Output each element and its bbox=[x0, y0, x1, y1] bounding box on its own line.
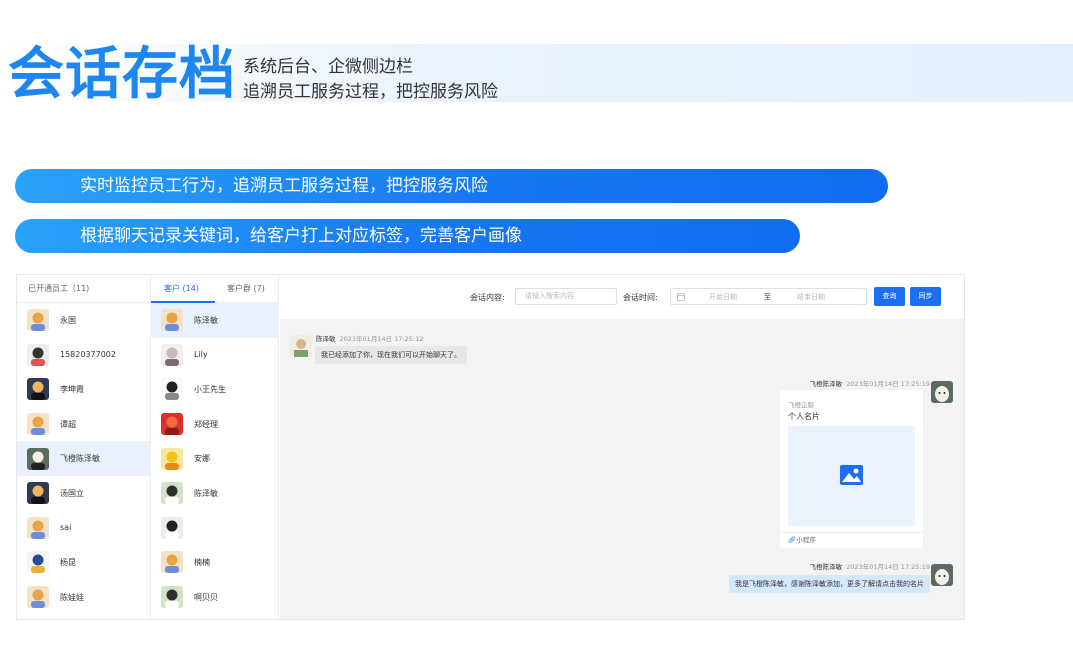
customer-name: 啊贝贝 bbox=[194, 592, 218, 602]
staff-list-item[interactable]: 李坤霞 bbox=[17, 372, 150, 407]
staff-avatar bbox=[931, 564, 953, 586]
date-range-picker[interactable]: 开始日期 至 结束日期 bbox=[670, 288, 867, 305]
customer-list-item[interactable]: 小王先生 bbox=[151, 372, 278, 407]
customer-list-item[interactable]: 陈泽敏 bbox=[151, 476, 278, 511]
sheep-avatar bbox=[161, 482, 183, 505]
cartoon-avatar bbox=[27, 516, 49, 539]
message-3-time: 2023年01月14日 17:25:19 bbox=[846, 563, 930, 571]
session-archive-app: 已开通员工（11) 永国 15820377002 李坤霞 谭超 飞橙陈泽敏 汤国立 sai 杨… bbox=[16, 274, 965, 620]
customer-list-item[interactable]: 楠楠 bbox=[151, 545, 278, 580]
feature-pill-1: 实时监控员工行为，追溯员工服务过程，把控服务风险 bbox=[15, 169, 888, 203]
customer-name: 安娜 bbox=[194, 454, 210, 464]
subtitle-line-2: 追溯员工服务过程，把控服务风险 bbox=[243, 82, 498, 102]
cartoon-avatar bbox=[27, 413, 49, 436]
customer-name: 郑经理 bbox=[194, 419, 218, 429]
date-separator: 至 bbox=[764, 293, 771, 301]
calendar-icon bbox=[677, 293, 685, 301]
feature-pill-2: 根据聊天记录关键词，给客户打上对应标签，完善客户画像 bbox=[15, 219, 800, 253]
customer-list-item[interactable]: 安娜 bbox=[151, 441, 278, 476]
customer-list-item[interactable]: Lily bbox=[151, 338, 278, 373]
staff-list-heading: 已开通员工（11) bbox=[17, 275, 150, 303]
staff-list-item[interactable]: 陈娃娃 bbox=[17, 580, 150, 615]
content-label: 会话内容: bbox=[470, 293, 505, 302]
landscape-avatar bbox=[27, 482, 49, 505]
staff-name: 汤国立 bbox=[60, 488, 84, 498]
tab-customer-groups[interactable]: 客户群 (7) bbox=[227, 275, 265, 303]
message-1-meta: 陈泽敏 2023年01月14日 17:25:12 bbox=[316, 333, 423, 343]
user-avatar bbox=[27, 343, 49, 366]
message-1-bubble: 我已经添加了你，现在我们可以开始聊天了。 bbox=[315, 346, 467, 364]
message-2-meta: 飞橙陈泽敏 2023年01月14日 17:25:19 bbox=[810, 378, 930, 388]
message-2-sender: 飞橙陈泽敏 bbox=[809, 380, 843, 388]
staff-name: 李坤霞 bbox=[60, 384, 84, 394]
customer-name: 小王先生 bbox=[194, 384, 226, 394]
penguin-avatar bbox=[161, 516, 183, 539]
sketch-avatar bbox=[161, 378, 183, 401]
customer-name: 楠楠 bbox=[194, 557, 210, 567]
card-image-placeholder bbox=[788, 426, 915, 526]
customer-list-item[interactable]: 啊贝贝 bbox=[151, 580, 278, 615]
subtitle-line-1: 系统后台、企微侧边栏 bbox=[243, 57, 413, 77]
filter-bar: 会话内容: 请输入搜索内容 会话时间: 开始日期 至 结束日期 查询 同步 bbox=[280, 275, 964, 319]
message-3-sender: 飞橙陈泽敏 bbox=[809, 563, 843, 571]
girl-avatar bbox=[161, 343, 183, 366]
logo-avatar bbox=[27, 551, 49, 574]
staff-avatar bbox=[931, 381, 953, 403]
customer-tabs: 客户 (14) 客户群 (7) bbox=[151, 275, 278, 303]
message-3-meta: 飞橙陈泽敏 2023年01月14日 17:25:19 bbox=[810, 561, 930, 571]
customer-list-item[interactable]: 陈泽敏 bbox=[151, 303, 278, 338]
end-date-input[interactable]: 结束日期 bbox=[797, 292, 825, 302]
cartoon-avatar bbox=[27, 309, 49, 332]
customer-list-item[interactable] bbox=[151, 511, 278, 546]
customer-name: 陈泽敏 bbox=[194, 488, 218, 498]
tab-customers[interactable]: 客户 (14) bbox=[164, 275, 199, 303]
cartoon-avatar bbox=[27, 586, 49, 609]
business-card-message[interactable]: 飞橙企服 个人名片 🔗︎小程序 bbox=[780, 390, 923, 548]
card-footer: 🔗︎小程序 bbox=[780, 532, 923, 548]
alpaca-avatar bbox=[27, 447, 49, 470]
cartoon-avatar bbox=[161, 309, 183, 332]
red-avatar bbox=[161, 413, 183, 436]
staff-name: 陈娃娃 bbox=[60, 592, 84, 602]
staff-list-item[interactable]: 汤国立 bbox=[17, 476, 150, 511]
customer-list-panel: 客户 (14) 客户群 (7) 陈泽敏 Lily 小王先生 郑经理 安娜 陈泽敏 楠楠 啊贝贝 bbox=[151, 275, 279, 619]
staff-name: sai bbox=[60, 523, 72, 533]
message-1-time: 2023年01月14日 17:25:12 bbox=[339, 335, 424, 343]
staff-list-item[interactable]: 15820377002 bbox=[17, 338, 150, 373]
card-source: 飞橙企服 bbox=[788, 401, 814, 409]
page-title: 会话存档 bbox=[8, 42, 236, 107]
customer-name: Lily bbox=[194, 350, 208, 360]
staff-name: 永国 bbox=[60, 315, 76, 325]
staff-list-item[interactable]: sai bbox=[17, 511, 150, 546]
start-date-input[interactable]: 开始日期 bbox=[709, 292, 737, 302]
customer-list-item[interactable]: 郑经理 bbox=[151, 407, 278, 442]
staff-name: 飞橙陈泽敏 bbox=[60, 454, 100, 464]
staff-name: 15820377002 bbox=[60, 350, 116, 360]
image-icon bbox=[840, 465, 863, 485]
staff-list-item[interactable]: 永国 bbox=[17, 303, 150, 338]
sync-button[interactable]: 同步 bbox=[910, 287, 941, 306]
landscape-avatar bbox=[27, 378, 49, 401]
staff-list-panel: 已开通员工（11) 永国 15820377002 李坤霞谭超飞橙陈泽敏汤国立 sai 杨… bbox=[17, 275, 151, 619]
staff-list-item[interactable]: 杨昆 bbox=[17, 545, 150, 580]
duck-avatar bbox=[161, 447, 183, 470]
cartoon-avatar bbox=[161, 551, 183, 574]
staff-list-item[interactable]: 谭超 bbox=[17, 407, 150, 442]
staff-name: 杨昆 bbox=[60, 557, 76, 567]
customer-avatar bbox=[290, 335, 312, 357]
staff-name: 谭超 bbox=[60, 419, 76, 429]
staff-list-item[interactable]: 飞橙陈泽敏 bbox=[17, 441, 150, 476]
content-search-input[interactable]: 请输入搜索内容 bbox=[515, 288, 617, 305]
message-3-bubble: 我是飞橙陈泽敏，感谢陈泽敏添加，更多了解请点击我的名片 bbox=[729, 575, 930, 593]
search-button[interactable]: 查询 bbox=[874, 287, 905, 306]
card-title: 个人名片 bbox=[788, 412, 820, 421]
chat-panel: 会话内容: 请输入搜索内容 会话时间: 开始日期 至 结束日期 查询 同步 陈泽… bbox=[280, 275, 964, 619]
message-2-time: 2023年01月14日 17:25:19 bbox=[846, 380, 930, 388]
customer-name: 陈泽敏 bbox=[194, 315, 218, 325]
message-1-sender: 陈泽敏 bbox=[316, 335, 336, 343]
sheep-avatar bbox=[161, 586, 183, 609]
time-label: 会话时间: bbox=[623, 293, 658, 302]
